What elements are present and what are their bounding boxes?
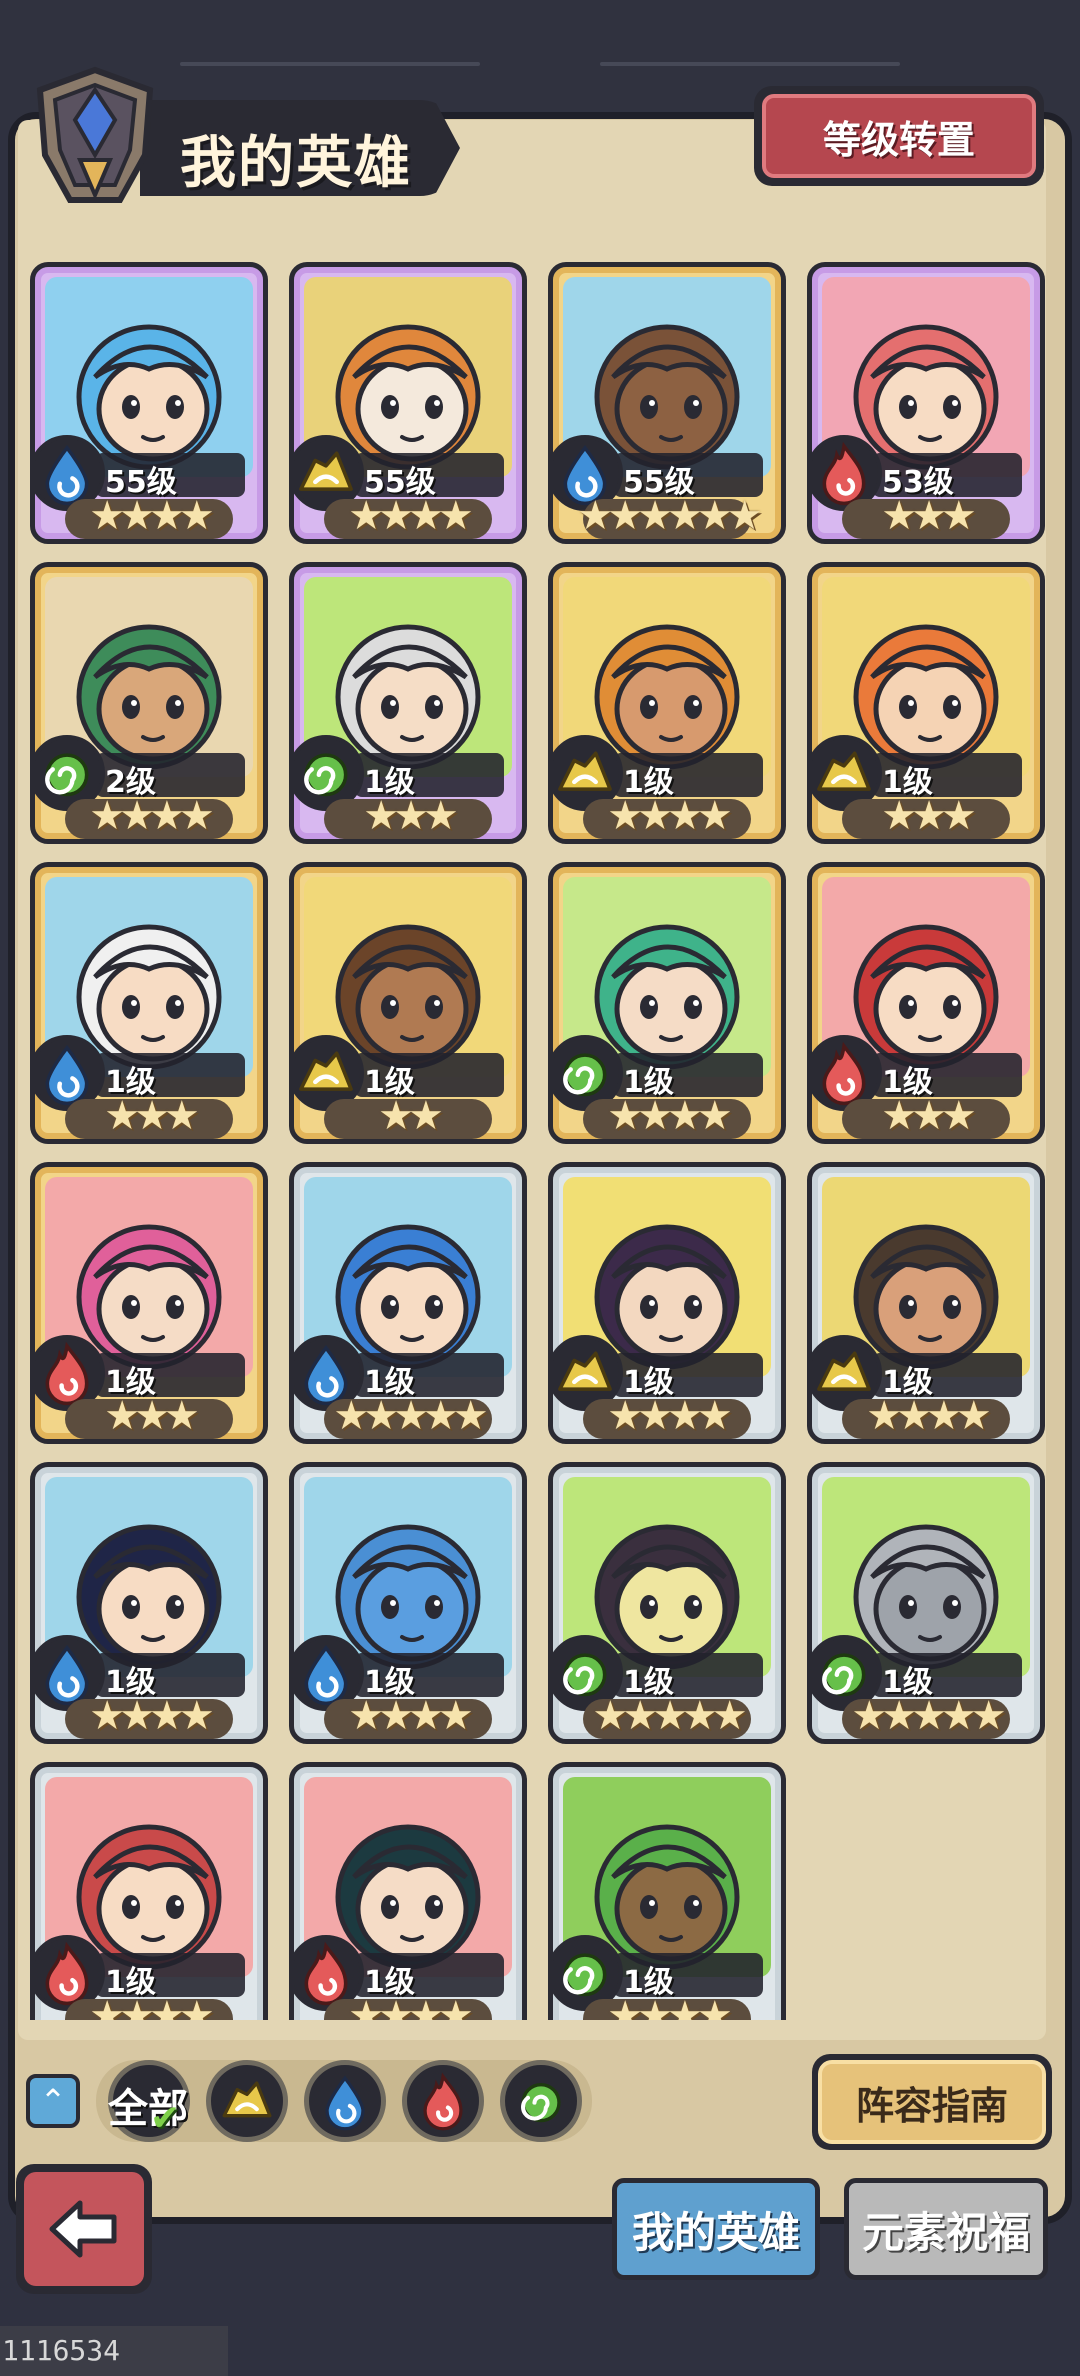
fire-element-icon [423,2072,463,2131]
hero-stars: ★★★★ [607,1093,732,1139]
hero-stars: ★★★★★★ [577,493,762,539]
hero-stars: ★★★★★ [333,1393,488,1439]
filter-earth[interactable] [206,2060,288,2142]
hero-card[interactable]: 1级 ★★★ [807,862,1045,1144]
level-transfer-label: 等级转置 [762,94,1036,178]
hero-card[interactable]: 55级 ★★★★★★ [548,262,786,544]
collapse-filter-button[interactable]: ⌃ [26,2074,80,2128]
chevron-up-icon: ⌃ [39,2082,67,2120]
checkmark-icon: ✔ [150,2098,181,2139]
helmet-icon [36,66,154,203]
hero-stars: ★★★★ [89,493,214,539]
hero-card[interactable]: 1级 ★★★★ [289,1762,527,2020]
back-button[interactable] [16,2164,152,2294]
hero-card[interactable]: 1级 ★★★★★ [289,1162,527,1444]
tab-element-blessing[interactable]: 元素祝福 [844,2178,1048,2280]
water-element-icon [325,2075,365,2131]
back-arrow-icon [49,2200,117,2258]
hero-card[interactable]: 55级 ★★★★ [30,262,268,544]
hero-stars: ★★★★★ [592,1693,747,1739]
hero-card[interactable]: 1级 ★★★★ [548,862,786,1144]
hero-card[interactable]: 1级 ★★ [289,862,527,1144]
hero-stars: ★★★★ [866,1393,991,1439]
level-transfer-button[interactable]: 等级转置 [754,86,1044,186]
hero-card[interactable]: 53级 ★★★ [807,262,1045,544]
hero-stars: ★★★★ [348,1693,473,1739]
hero-card[interactable]: 1级 ★★★★ [548,1762,786,2020]
filter-water[interactable] [304,2060,386,2142]
hero-card[interactable]: 1级 ★★★★ [30,1462,268,1744]
hero-stars: ★★★★ [89,1993,214,2020]
hero-stars: ★★★★ [348,493,473,539]
hero-card[interactable]: 1级 ★★★★ [289,1462,527,1744]
hero-card[interactable]: 1级 ★★★★★ [807,1462,1045,1744]
page-title: 我的英雄 [180,131,412,196]
filter-wind[interactable] [500,2060,582,2142]
hero-stars: ★★★★ [607,1993,732,2020]
lineup-guide-button[interactable]: 阵容指南 [812,2054,1052,2150]
hero-stars: ★★★★ [89,793,214,839]
filter-fire[interactable] [402,2060,484,2142]
hero-stars: ★★★★ [89,1693,214,1739]
hero-stars: ★★★ [881,1093,977,1139]
hero-stars: ★★★★ [348,1993,473,2020]
hero-card[interactable]: 2级 ★★★★ [30,562,268,844]
hero-card[interactable]: 55级 ★★★★ [289,262,527,544]
hero-grid: 55级 ★★★★ 55级 ★★★★ 55级 ★★★★★★ 53级 ★★★ 2级 ★★★★ 1级 ★★★… [28,262,1052,2020]
hero-card[interactable]: 1级 ★★★ [30,862,268,1144]
hero-card[interactable]: 1级 ★★★★ [30,1762,268,2020]
lineup-guide-label: 阵容指南 [818,2060,1046,2144]
hero-card[interactable]: 1级 ★★★★ [548,562,786,844]
hero-card[interactable]: 1级 ★★★★ [548,1162,786,1444]
hero-stars: ★★ [378,1093,444,1139]
hero-stars: ★★★ [881,493,977,539]
hero-card[interactable]: 1级 ★★★ [289,562,527,844]
hero-card[interactable]: 1级 ★★★ [30,1162,268,1444]
tab-my-heroes[interactable]: 我的英雄 [612,2178,820,2280]
hero-card[interactable]: 1级 ★★★ [807,562,1045,844]
hero-stars: ★★★★★ [851,1693,1006,1739]
hero-card[interactable]: 1级 ★★★★ [807,1162,1045,1444]
hero-stars: ★★★ [104,1393,200,1439]
hero-stars: ★★★ [104,1093,200,1139]
hero-stars: ★★★★ [607,793,732,839]
wind-element-icon [521,2083,561,2123]
debug-label: 1116534 a69cdc [0,2326,228,2376]
hero-card[interactable]: 1级 ★★★★★ [548,1462,786,1744]
hero-stars: ★★★★ [607,1393,732,1439]
hero-stars: ★★★ [881,793,977,839]
earth-element-icon [222,2081,272,2118]
header: 我的英雄 [20,60,460,210]
hero-stars: ★★★ [363,793,459,839]
